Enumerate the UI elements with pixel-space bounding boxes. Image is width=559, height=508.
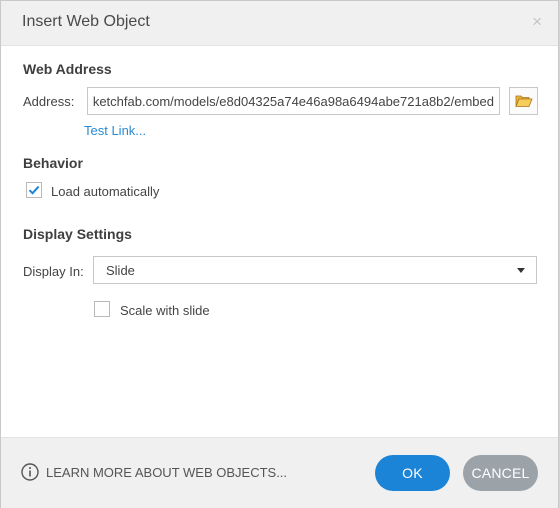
browse-button[interactable] <box>509 87 538 115</box>
scale-with-slide-label: Scale with slide <box>120 303 210 318</box>
dialog-header: Insert Web Object × <box>1 1 558 46</box>
ok-button[interactable]: OK <box>375 455 450 491</box>
scale-with-slide-checkbox[interactable] <box>94 301 110 317</box>
display-in-select[interactable]: Slide <box>93 256 537 284</box>
display-settings-heading: Display Settings <box>23 226 132 242</box>
chevron-down-icon <box>517 268 525 273</box>
address-input[interactable] <box>87 87 500 115</box>
close-icon[interactable]: × <box>532 12 542 32</box>
folder-open-icon <box>514 95 533 107</box>
checkmark-icon <box>28 185 40 195</box>
display-in-value: Slide <box>106 263 135 278</box>
web-address-heading: Web Address <box>23 61 112 77</box>
display-in-label: Display In: <box>23 264 84 279</box>
info-icon <box>21 463 39 481</box>
load-automatically-checkbox[interactable] <box>26 182 42 198</box>
address-label: Address: <box>23 94 75 109</box>
behavior-heading: Behavior <box>23 155 83 171</box>
cancel-button[interactable]: CANCEL <box>463 455 538 491</box>
learn-more-link[interactable]: LEARN MORE ABOUT WEB OBJECTS... <box>46 465 287 480</box>
insert-web-object-dialog: Insert Web Object × Web Address Address:… <box>0 0 559 508</box>
dialog-title: Insert Web Object <box>22 13 150 30</box>
test-link[interactable]: Test Link... <box>84 123 146 138</box>
load-automatically-label: Load automatically <box>51 184 160 199</box>
